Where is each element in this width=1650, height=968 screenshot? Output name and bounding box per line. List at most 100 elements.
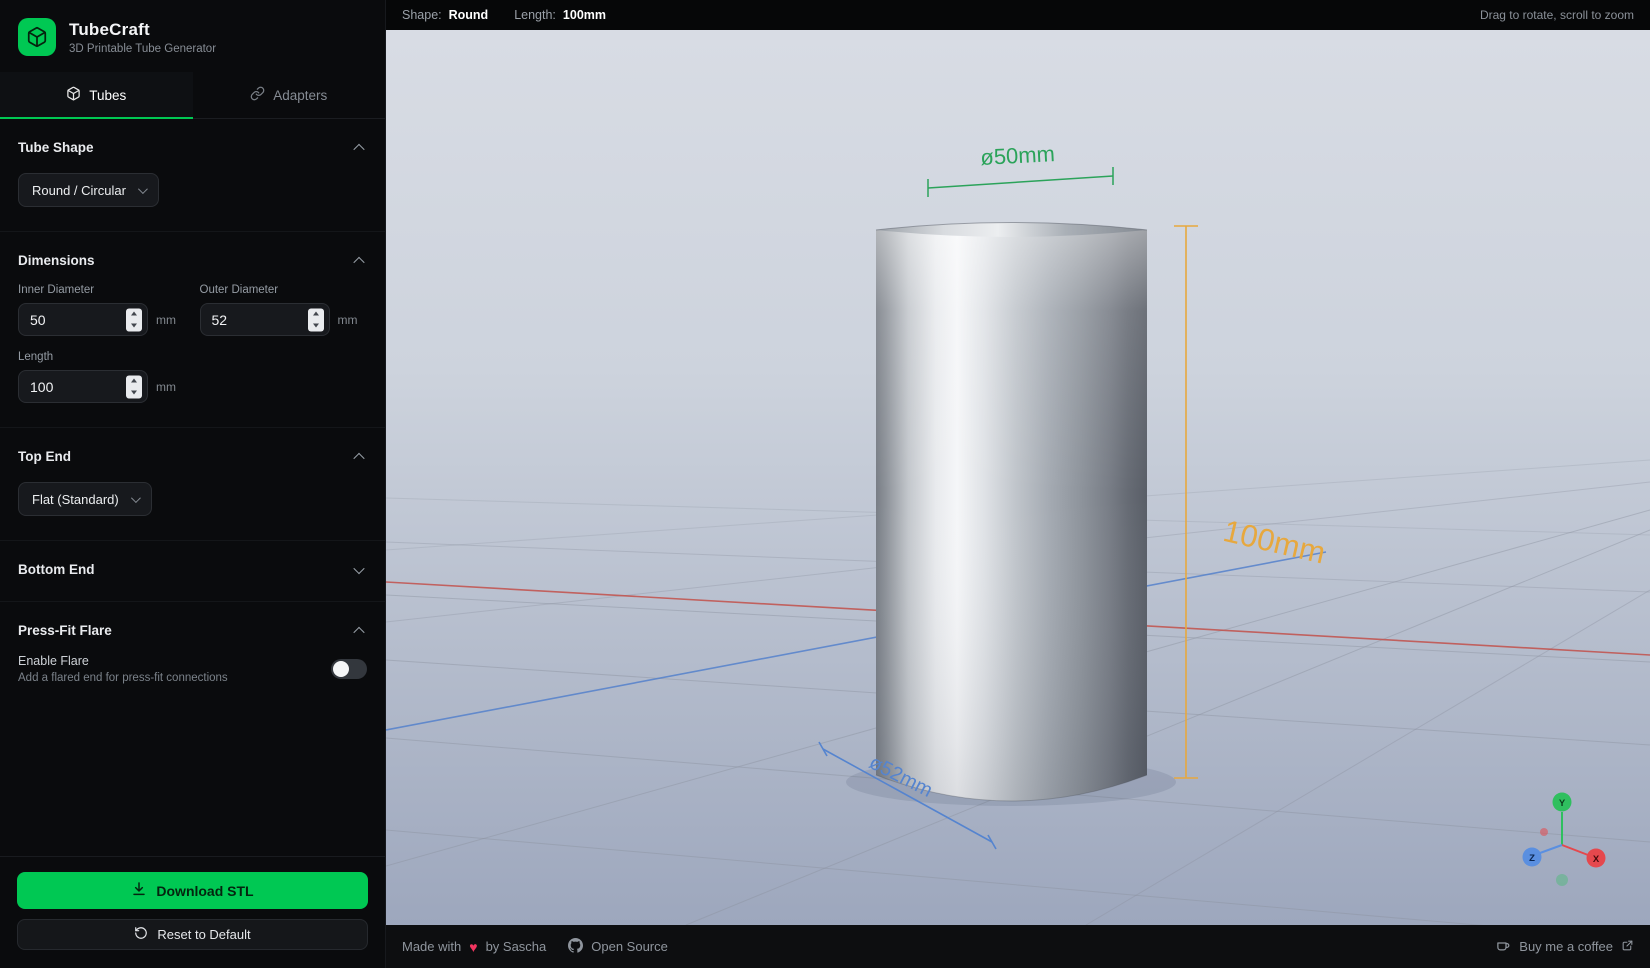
- length-field: Length mm: [18, 351, 186, 403]
- main-area: Shape: Round Length: 100mm Drag to rotat…: [386, 0, 1650, 968]
- app-logo-cube-icon: [18, 18, 56, 56]
- outer-diameter-input-box: [200, 303, 330, 336]
- section-title: Tube Shape: [18, 140, 94, 155]
- stepper-down-button[interactable]: [126, 387, 142, 399]
- section-tube-shape: Tube Shape Round / Circular: [0, 119, 385, 232]
- section-press-fit-flare-header[interactable]: Press-Fit Flare: [18, 623, 367, 638]
- tab-tubes[interactable]: Tubes: [0, 72, 193, 118]
- app-header: TubeCraft 3D Printable Tube Generator: [0, 0, 385, 72]
- 3d-scene: ø50mm 100mm ø52mm: [386, 30, 1650, 925]
- viewport-hint: Drag to rotate, scroll to zoom: [1480, 8, 1634, 22]
- field-label: Inner Diameter: [18, 284, 186, 296]
- buy-coffee-link[interactable]: Buy me a coffee: [1496, 938, 1634, 956]
- statusbar: Made with ♥ by Sascha Open Source Buy me…: [386, 925, 1650, 968]
- 3d-viewport-canvas[interactable]: ø50mm 100mm ø52mm: [386, 30, 1650, 925]
- sidebar: TubeCraft 3D Printable Tube Generator Tu…: [0, 0, 386, 968]
- dimension-top-diameter: ø50mm: [928, 141, 1113, 197]
- tab-adapters-label: Adapters: [273, 88, 327, 103]
- tube-shape-select[interactable]: Round / Circular: [18, 173, 159, 207]
- length-value: 100mm: [563, 8, 606, 22]
- section-title: Bottom End: [18, 562, 95, 577]
- length-input-box: [18, 370, 148, 403]
- download-icon: [131, 881, 147, 900]
- open-source-link[interactable]: Open Source: [568, 938, 668, 956]
- enable-flare-label: Enable Flare: [18, 654, 228, 668]
- stepper-up-button[interactable]: [126, 308, 142, 320]
- axis-z-label: Z: [1529, 853, 1535, 864]
- section-top-end: Top End Flat (Standard): [0, 428, 385, 541]
- shape-label: Shape:: [402, 8, 442, 22]
- length-readout: Length: 100mm: [514, 8, 606, 22]
- section-title: Top End: [18, 449, 71, 464]
- tab-tubes-label: Tubes: [89, 88, 126, 103]
- heart-icon: ♥: [469, 939, 477, 955]
- axis-x-label: X: [1593, 854, 1600, 865]
- field-label: Length: [18, 351, 186, 363]
- download-stl-button[interactable]: Download STL: [17, 872, 368, 909]
- github-icon: [568, 938, 583, 956]
- download-stl-label: Download STL: [156, 883, 253, 899]
- stepper-up-button[interactable]: [126, 375, 142, 387]
- axis-y-neg-dot: [1556, 874, 1568, 886]
- app-title: TubeCraft: [69, 20, 216, 40]
- reset-icon: [134, 926, 148, 943]
- coffee-icon: [1496, 938, 1511, 956]
- top-end-selected: Flat (Standard): [32, 492, 119, 507]
- stepper-up-button[interactable]: [308, 308, 324, 320]
- tube-cylinder: [826, 210, 1166, 840]
- settings-panel: Tube Shape Round / Circular Dimensions I…: [0, 119, 385, 968]
- app-tagline: 3D Printable Tube Generator: [69, 43, 216, 55]
- link-icon: [250, 86, 265, 104]
- enable-flare-description: Add a flared end for press-fit connectio…: [18, 672, 228, 684]
- inner-diameter-field: Inner Diameter mm: [18, 284, 186, 336]
- stepper-down-button[interactable]: [308, 320, 324, 332]
- section-press-fit-flare: Press-Fit Flare Enable Flare Add a flare…: [0, 602, 385, 708]
- stepper-down-button[interactable]: [126, 320, 142, 332]
- top-end-select[interactable]: Flat (Standard): [18, 482, 152, 516]
- shape-readout: Shape: Round: [402, 8, 488, 22]
- axis-y-label: Y: [1559, 798, 1566, 809]
- reset-to-default-label: Reset to Default: [157, 927, 250, 942]
- unit-label: mm: [338, 313, 358, 327]
- inner-diameter-stepper: [126, 308, 142, 331]
- author-text: by Sascha: [486, 939, 547, 954]
- enable-flare-toggle[interactable]: [331, 659, 367, 679]
- dimension-height: 100mm: [1174, 226, 1329, 778]
- chevron-up-icon: [353, 626, 364, 637]
- open-source-label: Open Source: [591, 939, 668, 954]
- section-top-end-header[interactable]: Top End: [18, 449, 367, 464]
- tube-shape-selected: Round / Circular: [32, 183, 126, 198]
- chevron-down-icon: [353, 562, 364, 573]
- outer-diameter-stepper: [308, 308, 324, 331]
- length-stepper: [126, 375, 142, 398]
- section-title: Press-Fit Flare: [18, 623, 112, 638]
- chevron-down-icon: [138, 184, 148, 194]
- buy-coffee-label: Buy me a coffee: [1519, 939, 1613, 954]
- chevron-down-icon: [131, 493, 141, 503]
- shape-value: Round: [449, 8, 489, 22]
- section-bottom-end: Bottom End: [0, 541, 385, 602]
- chevron-up-icon: [353, 452, 364, 463]
- inner-diameter-input-box: [18, 303, 148, 336]
- external-link-icon: [1621, 939, 1634, 955]
- chevron-up-icon: [353, 143, 364, 154]
- reset-to-default-button[interactable]: Reset to Default: [17, 919, 368, 950]
- made-with-text: Made with: [402, 939, 461, 954]
- viewport-topbar: Shape: Round Length: 100mm Drag to rotat…: [386, 0, 1650, 30]
- toggle-knob: [333, 661, 349, 677]
- dimension-top-diameter-label: ø50mm: [980, 141, 1056, 170]
- tab-bar: Tubes Adapters: [0, 72, 385, 119]
- length-label: Length:: [514, 8, 556, 22]
- cube-icon: [66, 86, 81, 104]
- section-title: Dimensions: [18, 253, 95, 268]
- axis-gizmo[interactable]: Y X Z: [1523, 793, 1606, 887]
- section-dimensions: Dimensions Inner Diameter mm: [0, 232, 385, 428]
- unit-label: mm: [156, 380, 176, 394]
- tab-adapters[interactable]: Adapters: [193, 72, 386, 118]
- sidebar-footer: Download STL Reset to Default: [0, 856, 385, 968]
- section-tube-shape-header[interactable]: Tube Shape: [18, 140, 367, 155]
- section-dimensions-header[interactable]: Dimensions: [18, 253, 367, 268]
- outer-diameter-field: Outer Diameter mm: [200, 284, 368, 336]
- section-bottom-end-header[interactable]: Bottom End: [18, 562, 367, 577]
- axis-x-neg-dot: [1540, 828, 1548, 836]
